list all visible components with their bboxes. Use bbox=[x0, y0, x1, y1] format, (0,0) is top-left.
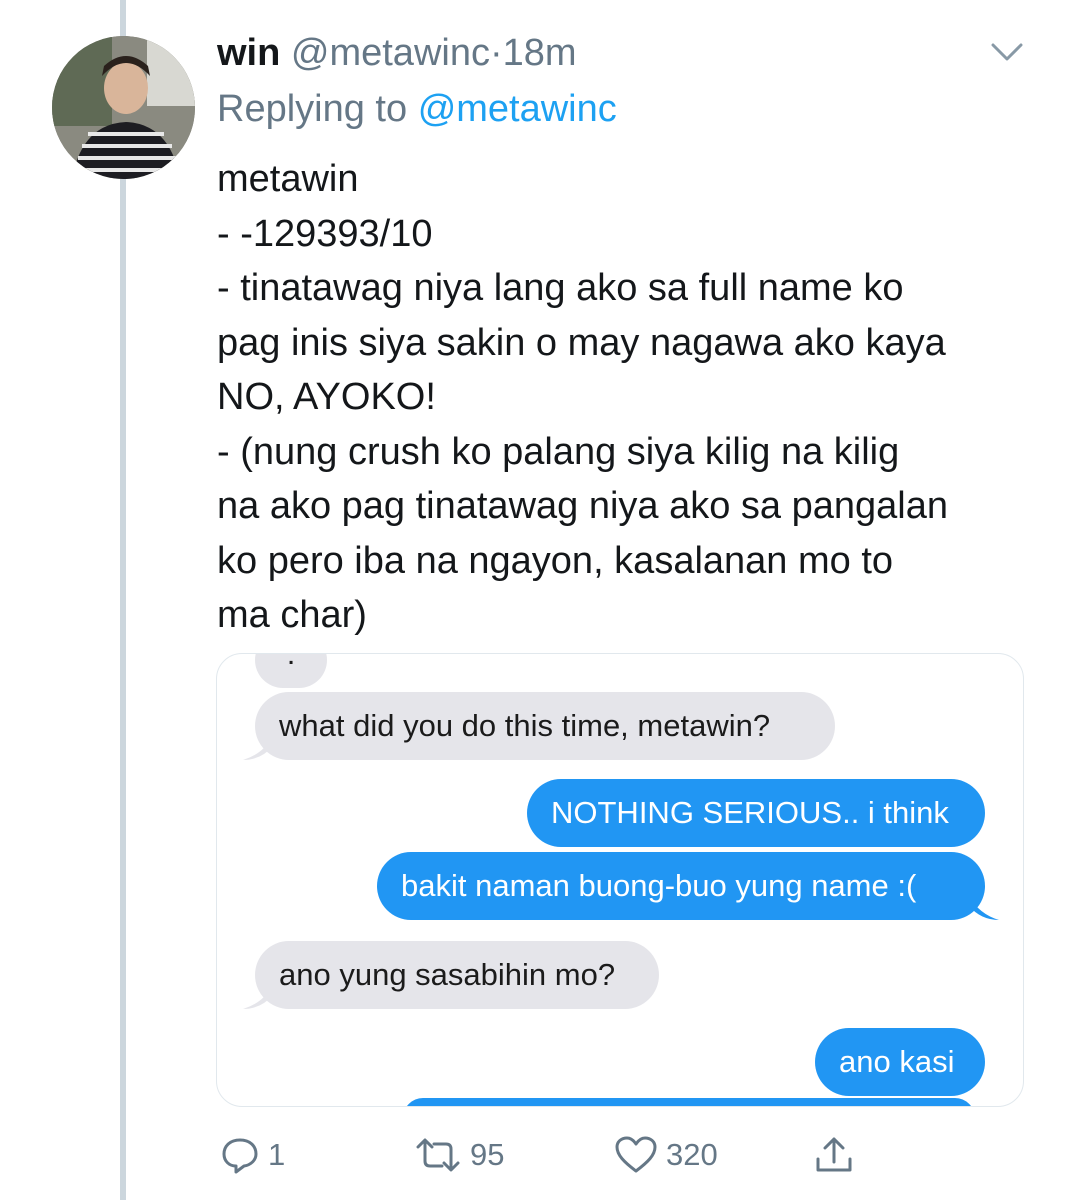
thread-line bbox=[120, 0, 126, 1200]
message-text: what did you do this time, metawin? bbox=[279, 708, 771, 743]
avatar[interactable] bbox=[52, 36, 195, 179]
bubble-tail bbox=[969, 896, 999, 920]
bubble-tail bbox=[243, 985, 273, 1009]
tweet-line: metawin bbox=[217, 158, 359, 200]
message-text: NOTHING SERIOUS.. i think bbox=[551, 795, 949, 830]
retweet-button[interactable]: 95 bbox=[414, 1130, 504, 1180]
like-icon bbox=[615, 1136, 657, 1173]
message-sent: ano kasi bbox=[815, 1028, 985, 1096]
message-received: ano yung sasabihin mo? bbox=[255, 941, 659, 1009]
replying-prefix: Replying to bbox=[217, 88, 408, 130]
replying-to: Replying to @metawinc bbox=[217, 88, 617, 131]
message-sent: bakit naman buong-buo yung name :( bbox=[377, 852, 985, 920]
tweet-line: na ako pag tinatawag niya ako sa pangala… bbox=[217, 485, 948, 527]
tweet-header: win @metawinc·18m bbox=[217, 32, 577, 75]
replying-to-handle[interactable]: @metawinc bbox=[418, 88, 617, 130]
chevron-down-icon[interactable] bbox=[990, 40, 1024, 64]
author-name[interactable]: win bbox=[217, 32, 280, 74]
tweet-line: NO, AYOKO! bbox=[217, 376, 436, 418]
like-count: 320 bbox=[666, 1137, 718, 1172]
media-image[interactable]: : what did you do this time, metawin? NO… bbox=[216, 653, 1024, 1107]
tweet-actions: 1 95 320 bbox=[0, 1130, 1075, 1180]
message-text: bakit naman buong-buo yung name :( bbox=[401, 868, 917, 903]
tweet-line: pag inis siya sakin o may nagawa ako kay… bbox=[217, 321, 946, 364]
reply-icon bbox=[222, 1138, 258, 1174]
tweet-line: - (nung crush ko palang siya kilig na ki… bbox=[217, 430, 900, 473]
like-button[interactable]: 320 bbox=[614, 1130, 718, 1180]
tweet-line: - tinatawag niya lang ako sa full name k… bbox=[217, 267, 904, 309]
message-text: ano yung sasabihin mo? bbox=[279, 957, 616, 992]
message-text: : bbox=[286, 653, 296, 671]
share-icon bbox=[816, 1137, 852, 1172]
tweet-line: ma char) bbox=[217, 594, 367, 636]
tweet-text: metawin - -129393/10 - tinatawag niya la… bbox=[217, 152, 1037, 643]
separator-dot: · bbox=[489, 32, 503, 74]
tweet-time[interactable]: 18m bbox=[503, 32, 577, 74]
tweet-line: ko pero iba na ngayon, kasalanan mo to bbox=[217, 539, 894, 582]
share-button[interactable] bbox=[814, 1130, 854, 1180]
retweet-icon bbox=[416, 1138, 460, 1172]
reply-button[interactable]: 1 bbox=[220, 1130, 285, 1180]
message-received: what did you do this time, metawin? bbox=[255, 692, 835, 760]
author-handle[interactable]: @metawinc bbox=[291, 32, 490, 74]
bubble-tail bbox=[243, 736, 273, 760]
message-received: : bbox=[255, 653, 327, 688]
message-text: ano kasi bbox=[839, 1044, 955, 1079]
reply-count: 1 bbox=[268, 1137, 286, 1172]
tweet-line: - -129393/10 bbox=[217, 212, 433, 255]
message-sent: NOTHING SERIOUS.. i think bbox=[527, 779, 985, 847]
retweet-count: 95 bbox=[470, 1137, 505, 1172]
message-sent bbox=[403, 1098, 975, 1106]
avatar-photo bbox=[52, 36, 195, 179]
